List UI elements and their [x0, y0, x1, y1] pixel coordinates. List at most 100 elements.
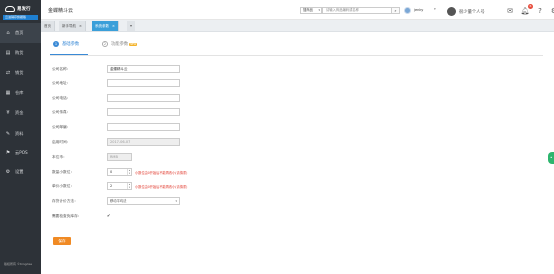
- user-name[interactable]: jenky: [414, 8, 423, 12]
- sidebar-item-warehouse[interactable]: ▦ 仓库: [0, 83, 41, 103]
- sidebar-item-label: 仓库: [15, 90, 24, 95]
- brand-logo[interactable]: 易发行 云进销存旗舰版: [3, 3, 38, 21]
- chevron-down-icon[interactable]: ▾: [434, 7, 436, 11]
- sidebar-item-settings[interactable]: ⚙ 设置: [0, 162, 41, 182]
- close-icon[interactable]: ×: [79, 24, 82, 28]
- sidebar-item-label: 设置: [15, 169, 24, 174]
- tab-basic-params[interactable]: 1 基础参数: [53, 41, 79, 47]
- company-phone-label: 公司电话：: [52, 96, 71, 100]
- tab-label: 基础参数: [62, 42, 80, 47]
- company-address-field[interactable]: [107, 79, 180, 87]
- qty-decimals-stepper[interactable]: 0 ▴ ▾: [107, 168, 132, 176]
- cost-method-value: 移动平均法: [110, 199, 127, 203]
- company-address-label: 公司地址：: [52, 81, 71, 85]
- chevron-down-icon: ▾: [318, 8, 320, 12]
- sidebar-item-pos[interactable]: ⚑ 云POS: [0, 143, 41, 163]
- sidebar-item-sales[interactable]: ⇄ 销货: [0, 63, 41, 83]
- cost-method-select[interactable]: 移动平均法 ▾: [107, 197, 180, 205]
- tab-dropdown[interactable]: ▾: [127, 21, 135, 31]
- qty-decimals-label: 数量小数位：: [52, 170, 75, 174]
- main-content: 1 基础参数 2 功能参数 NEW 公司名称： 金蝶精斗云 公司地址： 公司电话…: [41, 32, 554, 274]
- pen-icon: ✎: [5, 131, 11, 137]
- topbar: 金蝶精斗云 搜商品 ▾ 请输入商品编码或名称 ⌕ jenky ▾ 很少量个人号 …: [41, 0, 554, 20]
- company-fax-field[interactable]: [107, 108, 180, 116]
- sidebar-item-label: 销货: [15, 70, 24, 75]
- step-number: 1: [53, 41, 59, 47]
- cloud-logo-icon: [5, 6, 15, 12]
- stepper-arrows-icon[interactable]: ▴ ▾: [127, 169, 131, 175]
- sidebar-item-data[interactable]: ✎ 资料: [0, 124, 41, 144]
- notification-badge: 6: [528, 4, 533, 9]
- step-number: 2: [102, 41, 108, 47]
- enable-date-label: 启用时间：: [52, 140, 71, 144]
- brand-edition: 云进销存旗舰版: [3, 15, 38, 20]
- price-decimals-stepper[interactable]: 2 ▴ ▾: [107, 182, 132, 190]
- enable-date-field: 2017-06-07: [107, 138, 180, 146]
- chevron-down-icon: ▾: [129, 23, 132, 28]
- check-negative-checkbox[interactable]: ✔: [107, 213, 110, 218]
- gear-icon: ⚙: [5, 169, 11, 175]
- company-name-label: 公司名称：: [52, 67, 71, 71]
- search-button[interactable]: ⌕: [392, 7, 400, 14]
- currency-field: RMB: [107, 153, 132, 161]
- search-scope-value: 搜商品: [303, 8, 313, 12]
- search-scope-select[interactable]: 搜商品 ▾: [300, 7, 322, 14]
- tab-guide[interactable]: 新手导航 ×: [59, 21, 86, 31]
- sidebar-item-label: 资金: [15, 110, 24, 115]
- tab-label: 功能参数: [111, 42, 129, 47]
- sidebar-footer: 版权所有 ©Kingdee: [4, 262, 33, 266]
- profile-avatar[interactable]: [447, 7, 456, 16]
- warehouse-icon: ▦: [5, 90, 11, 96]
- message-button[interactable]: ✉: [505, 6, 515, 16]
- money-icon: ¥: [6, 110, 10, 116]
- company-phone-field[interactable]: [107, 94, 180, 102]
- help-icon: ?: [538, 7, 542, 15]
- sales-icon: ⇄: [5, 70, 11, 76]
- sidebar-item-label: 首页: [15, 30, 24, 35]
- side-float-button[interactable]: •: [548, 152, 554, 164]
- pos-icon: ⚑: [5, 150, 11, 156]
- company-name-field[interactable]: 金蝶精斗云: [107, 65, 180, 73]
- sidebar-item-home[interactable]: ⌂ 首页: [0, 23, 41, 43]
- settings-button[interactable]: ⚙: [549, 6, 554, 16]
- chat-icon: •: [550, 155, 553, 160]
- avatar[interactable]: [404, 7, 411, 14]
- close-icon[interactable]: ×: [112, 24, 115, 28]
- page-title: 金蝶精斗云: [48, 8, 74, 14]
- tab-label: 新手导航: [62, 24, 76, 28]
- currency-label: 本位币：: [52, 155, 67, 159]
- tab-home[interactable]: 首页: [41, 21, 55, 31]
- brand-title: 易发行: [17, 7, 31, 12]
- sidebar-item-label: 资料: [15, 131, 24, 136]
- check-negative-label: 需要检查负库存：: [52, 214, 82, 218]
- profile-name[interactable]: 很少量个人号: [459, 9, 485, 15]
- sidebar-item-funds[interactable]: ¥ 资金: [0, 103, 41, 123]
- sidebar-item-label: 购货: [15, 50, 24, 55]
- company-zip-field[interactable]: [107, 123, 180, 131]
- home-icon: ⌂: [6, 30, 10, 36]
- sidebar-item-label: 云POS: [15, 150, 28, 155]
- qty-decimals-warning: 小数位由0开始后不能再改小(请慎重): [135, 171, 188, 175]
- stepper-arrows-icon[interactable]: ▴ ▾: [127, 183, 131, 189]
- cart-icon: ▤: [5, 50, 11, 56]
- notification-button[interactable]: 🔔︎ 6: [520, 4, 533, 16]
- search-input[interactable]: 请输入商品编码或名称: [322, 7, 392, 14]
- help-button[interactable]: ?: [535, 6, 545, 16]
- active-tab-indicator: [50, 54, 88, 55]
- tab-divider: [50, 55, 543, 56]
- cost-method-label: 存货计价方法：: [52, 199, 78, 203]
- price-decimals-value: 2: [110, 184, 113, 188]
- message-icon: ✉: [507, 7, 513, 15]
- company-zip-label: 公司邮编：: [52, 125, 71, 129]
- company-fax-label: 公司传真：: [52, 110, 71, 114]
- sidebar-item-purchase[interactable]: ▤ 购货: [0, 43, 41, 63]
- tab-label: 系统参数: [95, 24, 109, 28]
- search-icon: ⌕: [394, 8, 397, 13]
- tab-function-params[interactable]: 2 功能参数 NEW: [102, 41, 138, 47]
- qty-decimals-value: 0: [110, 170, 113, 174]
- page-tabbar: 首页 新手导航 × 系统参数 × ▾: [41, 20, 554, 32]
- save-button[interactable]: 保存: [53, 237, 71, 245]
- price-decimals-warning: 小数位由0开始后不能再改小(请慎重): [135, 185, 188, 189]
- tab-system-params[interactable]: 系统参数 ×: [92, 21, 119, 31]
- price-decimals-label: 单价小数位：: [52, 184, 75, 188]
